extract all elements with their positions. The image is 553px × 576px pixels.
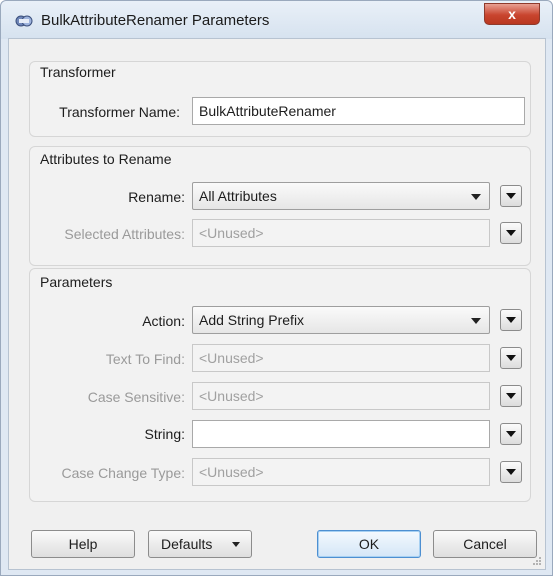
help-button[interactable]: Help [31,530,135,558]
case-change-type-label: Case Change Type: [61,465,186,481]
dialog-body: Transformer Transformer Name: BulkAttrib… [8,38,546,570]
selected-attributes-label: Selected Attributes: [64,226,185,242]
attributes-group: Attributes to Rename Rename: All Attribu… [29,146,531,266]
app-icon [15,15,33,27]
string-options-button[interactable] [500,423,522,445]
defaults-label: Defaults [161,536,213,552]
cancel-button[interactable]: Cancel [433,530,537,558]
action-label: Action: [142,313,185,329]
transformer-name-input[interactable]: BulkAttributeRenamer [192,97,525,125]
string-label: String: [144,426,185,442]
group-title: Attributes to Rename [40,151,172,167]
chevron-down-icon [506,431,516,437]
chevron-down-icon [506,317,516,323]
parameters-group: Parameters Action: Add String Prefix Tex… [29,268,531,502]
window-title: BulkAttributeRenamer Parameters [41,12,270,29]
dialog-window: BulkAttributeRenamer Parameters x Transf… [0,0,553,576]
transformer-name-label: Transformer Name: [59,104,180,120]
action-value: Add String Prefix [199,312,305,328]
chevron-down-icon [506,469,516,475]
rename-value: All Attributes [199,188,277,204]
chevron-down-icon [506,230,516,236]
case-change-type-options-button[interactable] [500,461,522,483]
case-sensitive-label: Case Sensitive: [87,389,185,405]
chevron-down-icon [232,542,240,547]
case-sensitive-options-button[interactable] [500,385,522,407]
rename-dropdown[interactable]: All Attributes [192,182,490,210]
chevron-down-icon [506,393,516,399]
case-change-type-input[interactable]: <Unused> [192,458,490,486]
ok-button[interactable]: OK [317,530,421,558]
text-to-find-label: Text To Find: [105,351,185,367]
rename-options-button[interactable] [500,185,522,207]
chevron-down-icon [471,318,481,324]
rename-label: Rename: [128,189,185,205]
selected-attributes-input[interactable]: <Unused> [192,219,490,247]
defaults-button[interactable]: Defaults [148,530,252,558]
action-dropdown[interactable]: Add String Prefix [192,306,490,334]
text-to-find-options-button[interactable] [500,347,522,369]
group-title: Transformer [40,64,116,80]
close-button[interactable]: x [484,3,540,25]
chevron-down-icon [506,355,516,361]
selected-attributes-options-button[interactable] [500,222,522,244]
action-options-button[interactable] [500,309,522,331]
text-to-find-input[interactable]: <Unused> [192,344,490,372]
close-icon: x [508,6,516,22]
chevron-down-icon [471,194,481,200]
chevron-down-icon [506,193,516,199]
string-input[interactable] [192,420,490,448]
title-bar: BulkAttributeRenamer Parameters x [1,1,552,39]
transformer-group: Transformer Transformer Name: BulkAttrib… [29,61,531,137]
group-title: Parameters [40,274,113,290]
resize-grip-icon[interactable] [532,556,542,566]
case-sensitive-input[interactable]: <Unused> [192,382,490,410]
